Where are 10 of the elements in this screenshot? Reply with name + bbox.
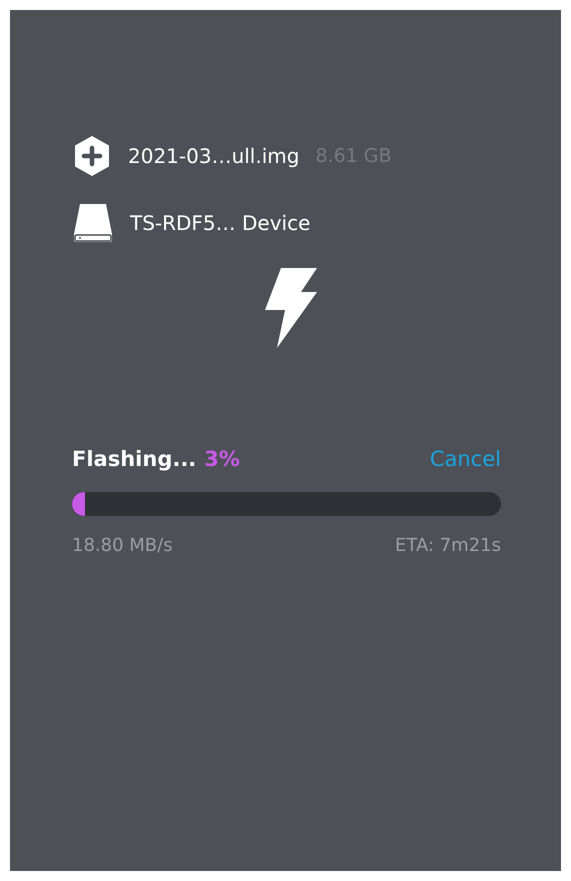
drive-icon: [72, 202, 114, 244]
cancel-link[interactable]: Cancel: [430, 444, 501, 476]
lightning-icon: [262, 268, 318, 348]
eta-text: ETA: 7m21s: [394, 534, 501, 558]
image-file-name: 2021-03…ull.img: [128, 143, 300, 170]
flashing-status: Flashing...: [72, 446, 196, 473]
write-speed: 18.80 MB/s: [72, 534, 173, 558]
progress-percent: 3%: [204, 446, 240, 473]
add-image-icon: [72, 134, 112, 178]
target-drive-name: TS-RDF5… Device: [130, 210, 310, 237]
